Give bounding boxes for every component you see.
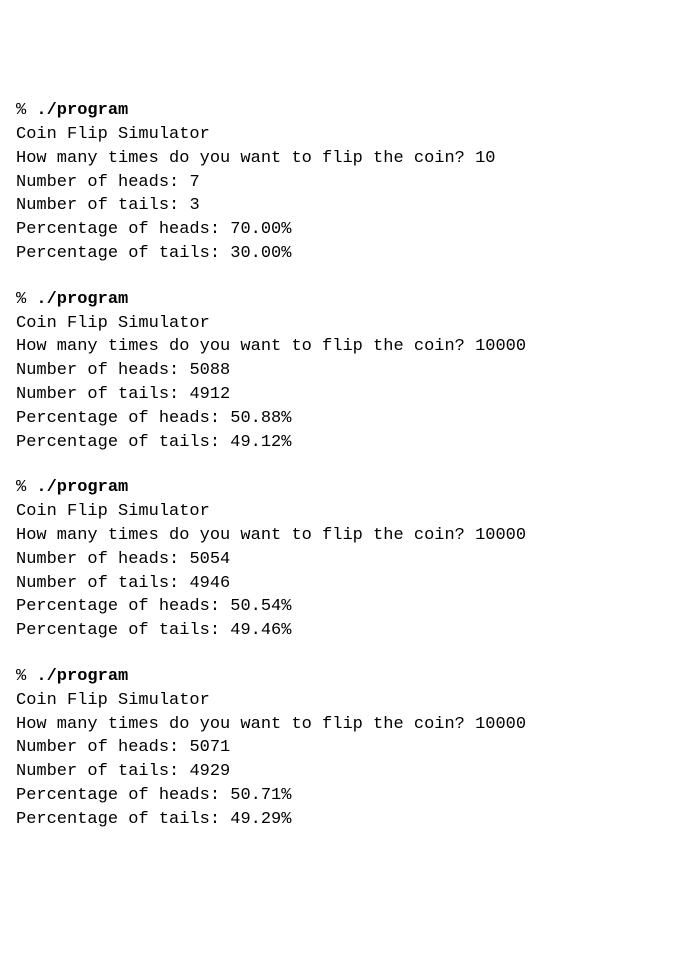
command-line: % ./program	[16, 99, 681, 123]
question-text: How many times do you want to flip the c…	[16, 149, 475, 168]
pct-heads-line: Percentage of heads: 50.54%	[16, 595, 681, 619]
program-title: Coin Flip Simulator	[16, 123, 681, 147]
pct-heads-label: Percentage of heads:	[16, 597, 230, 616]
pct-heads-line: Percentage of heads: 50.88%	[16, 407, 681, 431]
program-run: % ./programCoin Flip SimulatorHow many t…	[16, 288, 681, 455]
tails-label: Number of tails:	[16, 385, 189, 404]
question-line: How many times do you want to flip the c…	[16, 713, 681, 737]
tails-line: Number of tails: 4912	[16, 383, 681, 407]
command-text: ./program	[36, 290, 128, 309]
program-title: Coin Flip Simulator	[16, 500, 681, 524]
heads-label: Number of heads:	[16, 738, 189, 757]
shell-prompt: %	[16, 478, 36, 497]
tails-line: Number of tails: 3	[16, 194, 681, 218]
program-title: Coin Flip Simulator	[16, 312, 681, 336]
pct-heads-value: 50.88%	[230, 409, 291, 428]
pct-tails-line: Percentage of tails: 49.12%	[16, 431, 681, 455]
heads-value: 7	[189, 173, 199, 192]
pct-tails-line: Percentage of tails: 49.46%	[16, 619, 681, 643]
program-run: % ./programCoin Flip SimulatorHow many t…	[16, 99, 681, 266]
pct-heads-label: Percentage of heads:	[16, 220, 230, 239]
tails-value: 4929	[189, 762, 230, 781]
program-run: % ./programCoin Flip SimulatorHow many t…	[16, 476, 681, 643]
tails-label: Number of tails:	[16, 762, 189, 781]
tails-line: Number of tails: 4929	[16, 760, 681, 784]
user-input[interactable]: 10000	[475, 337, 526, 356]
question-text: How many times do you want to flip the c…	[16, 526, 475, 545]
tails-value: 3	[189, 196, 199, 215]
user-input[interactable]: 10000	[475, 526, 526, 545]
shell-prompt: %	[16, 667, 36, 686]
heads-line: Number of heads: 5071	[16, 736, 681, 760]
tails-line: Number of tails: 4946	[16, 572, 681, 596]
pct-tails-label: Percentage of tails:	[16, 621, 230, 640]
question-line: How many times do you want to flip the c…	[16, 335, 681, 359]
heads-value: 5088	[189, 361, 230, 380]
heads-label: Number of heads:	[16, 173, 189, 192]
shell-prompt: %	[16, 101, 36, 120]
tails-value: 4912	[189, 385, 230, 404]
heads-label: Number of heads:	[16, 550, 189, 569]
shell-prompt: %	[16, 290, 36, 309]
question-line: How many times do you want to flip the c…	[16, 147, 681, 171]
command-line: % ./program	[16, 665, 681, 689]
heads-label: Number of heads:	[16, 361, 189, 380]
tails-label: Number of tails:	[16, 196, 189, 215]
tails-label: Number of tails:	[16, 574, 189, 593]
program-title: Coin Flip Simulator	[16, 689, 681, 713]
pct-heads-value: 70.00%	[230, 220, 291, 239]
program-run: % ./programCoin Flip SimulatorHow many t…	[16, 665, 681, 832]
pct-heads-value: 50.71%	[230, 786, 291, 805]
command-text: ./program	[36, 478, 128, 497]
pct-tails-line: Percentage of tails: 49.29%	[16, 808, 681, 832]
tails-value: 4946	[189, 574, 230, 593]
heads-line: Number of heads: 5088	[16, 359, 681, 383]
terminal-output: % ./programCoin Flip SimulatorHow many t…	[16, 99, 681, 831]
command-line: % ./program	[16, 476, 681, 500]
question-text: How many times do you want to flip the c…	[16, 337, 475, 356]
pct-tails-label: Percentage of tails:	[16, 244, 230, 263]
heads-line: Number of heads: 5054	[16, 548, 681, 572]
command-text: ./program	[36, 667, 128, 686]
command-text: ./program	[36, 101, 128, 120]
pct-heads-value: 50.54%	[230, 597, 291, 616]
pct-tails-line: Percentage of tails: 30.00%	[16, 242, 681, 266]
pct-heads-label: Percentage of heads:	[16, 409, 230, 428]
question-line: How many times do you want to flip the c…	[16, 524, 681, 548]
heads-line: Number of heads: 7	[16, 171, 681, 195]
pct-heads-line: Percentage of heads: 70.00%	[16, 218, 681, 242]
pct-tails-label: Percentage of tails:	[16, 810, 230, 829]
heads-value: 5054	[189, 550, 230, 569]
pct-tails-value: 49.46%	[230, 621, 291, 640]
pct-heads-line: Percentage of heads: 50.71%	[16, 784, 681, 808]
heads-value: 5071	[189, 738, 230, 757]
pct-tails-value: 49.29%	[230, 810, 291, 829]
pct-tails-label: Percentage of tails:	[16, 433, 230, 452]
command-line: % ./program	[16, 288, 681, 312]
pct-tails-value: 49.12%	[230, 433, 291, 452]
user-input[interactable]: 10	[475, 149, 495, 168]
pct-heads-label: Percentage of heads:	[16, 786, 230, 805]
question-text: How many times do you want to flip the c…	[16, 715, 475, 734]
user-input[interactable]: 10000	[475, 715, 526, 734]
pct-tails-value: 30.00%	[230, 244, 291, 263]
